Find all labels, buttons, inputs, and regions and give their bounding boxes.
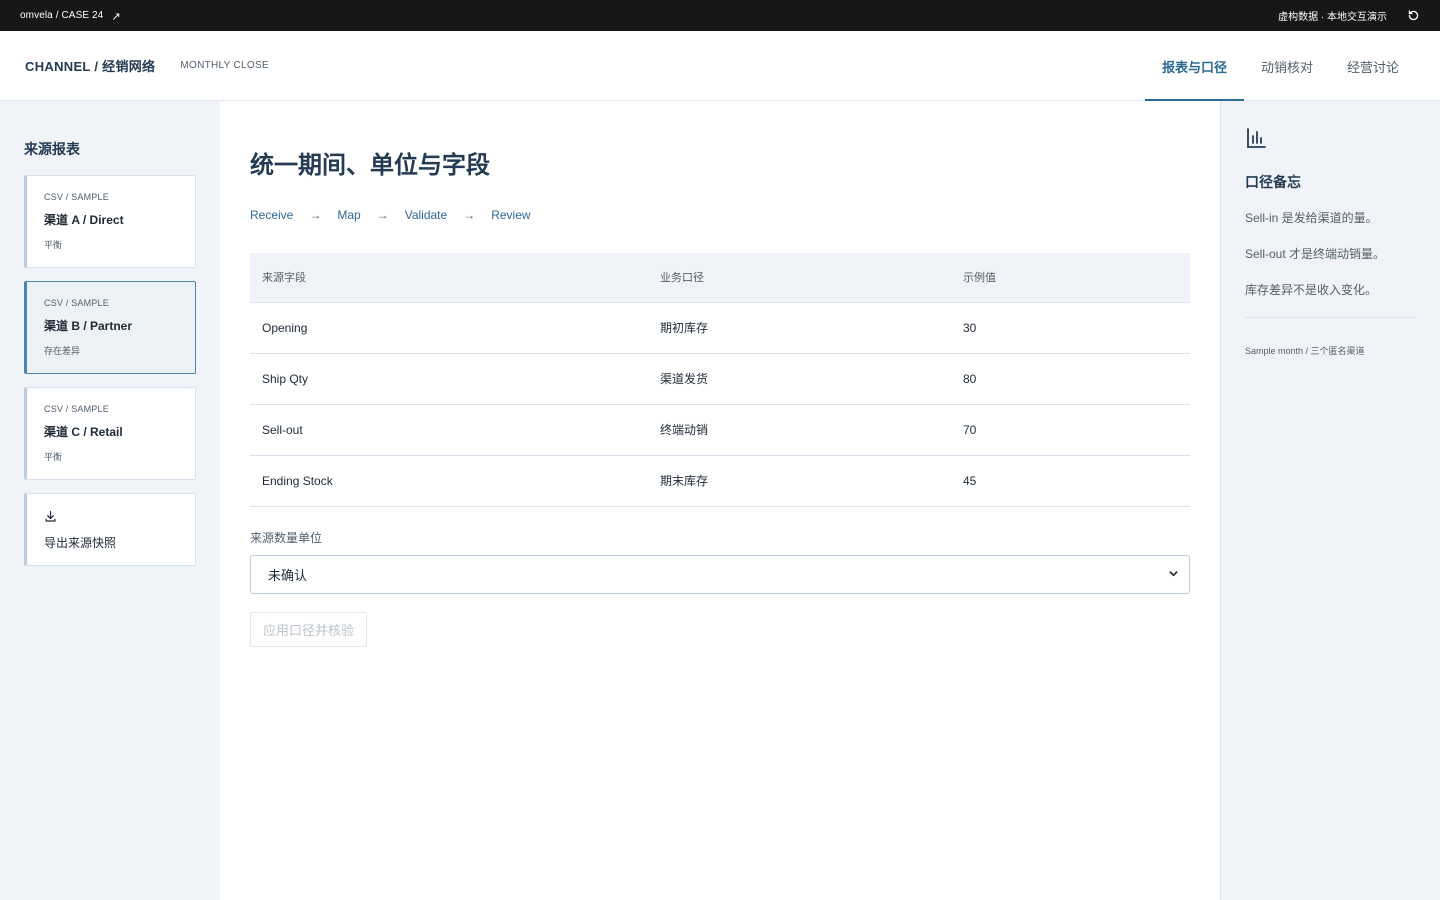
table-row: Ship Qty 渠道发货 80 <box>250 353 1190 405</box>
tab-reports[interactable]: 报表与口径 <box>1144 31 1244 101</box>
field-mapping-table: 来源字段 业务口径 示例值 Opening 期初库存 30 Ship Qty 渠… <box>250 253 1190 507</box>
step-validate[interactable]: Validate <box>405 208 447 222</box>
source-field-cell: Ship Qty <box>250 353 648 405</box>
step-review[interactable]: Review <box>491 208 530 222</box>
unit-select-value: 未确认 <box>268 568 308 583</box>
memo-divider <box>1245 317 1416 319</box>
export-label: 导出来源快照 <box>44 536 117 550</box>
memo-note: Sell-in 是发给渠道的量。 <box>1245 211 1378 225</box>
app-header: CHANNEL / 经销网络 MONTHLY CLOSE 报表与口径 动销核对 … <box>0 31 1440 101</box>
column-header-business-definition: 业务口径 <box>648 253 951 303</box>
sample-value-cell: 70 <box>951 404 1190 456</box>
unit-field-label: 来源数量单位 <box>250 531 323 545</box>
step-map[interactable]: Map <box>337 208 360 222</box>
source-card-b[interactable]: CSV / SAMPLE 渠道 B / Partner 存在差异 <box>24 281 196 374</box>
memo-note: 库存差异不是收入变化。 <box>1245 282 1378 297</box>
export-snapshot-button[interactable]: 导出来源快照 <box>24 493 196 566</box>
main-tabs: 报表与口径 动销核对 经营讨论 <box>1144 31 1416 101</box>
sample-value-cell: 45 <box>951 455 1190 507</box>
source-card-c[interactable]: CSV / SAMPLE 渠道 C / Retail 平衡 <box>24 387 196 480</box>
step-breadcrumb: Receive → Map → Validate → Review <box>250 208 531 222</box>
tab-sellout-check[interactable]: 动销核对 <box>1244 31 1330 101</box>
brand-link[interactable]: omvela / CASE 24 ↗ <box>20 9 121 23</box>
business-definition-cell: 渠道发货 <box>648 353 951 405</box>
source-name: 渠道 A / Direct <box>44 213 124 227</box>
arrow-right-icon: → <box>376 208 389 222</box>
source-card-a[interactable]: CSV / SAMPLE 渠道 A / Direct 平衡 <box>24 175 196 268</box>
source-sidebar: 来源报表 CSV / SAMPLE 渠道 A / Direct 平衡 CSV /… <box>0 101 220 900</box>
external-link-icon: ↗ <box>111 11 121 23</box>
business-definition-cell: 期末库存 <box>648 455 951 507</box>
source-name: 渠道 B / Partner <box>44 319 133 333</box>
definition-memo-panel: 口径备忘 Sell-in 是发给渠道的量。 Sell-out 才是终端动销量。 … <box>1220 101 1440 900</box>
download-icon <box>44 510 57 527</box>
apply-and-validate-button[interactable]: 应用口径并核验 <box>250 612 367 647</box>
source-name: 渠道 C / Retail <box>44 425 123 439</box>
memo-note: Sell-out 才是终端动销量。 <box>1245 246 1386 261</box>
tab-discussion[interactable]: 经营讨论 <box>1330 31 1416 101</box>
memo-title: 口径备忘 <box>1245 174 1301 190</box>
unit-select[interactable]: 未确认 <box>250 555 1190 594</box>
source-kind: CSV / SAMPLE <box>44 404 109 414</box>
table-row: Sell-out 终端动销 70 <box>250 404 1190 456</box>
source-kind: CSV / SAMPLE <box>44 192 109 202</box>
sample-value-cell: 30 <box>951 302 1190 354</box>
refresh-icon[interactable] <box>1407 9 1420 22</box>
table-row: Opening 期初库存 30 <box>250 302 1190 354</box>
brand-label: omvela / CASE 24 <box>20 10 104 21</box>
arrow-right-icon: → <box>463 208 476 222</box>
main-content: 统一期间、单位与字段 Receive → Map → Validate → Re… <box>220 101 1220 900</box>
source-field-cell: Opening <box>250 302 648 354</box>
column-header-sample-value: 示例值 <box>951 253 1190 303</box>
source-field-cell: Sell-out <box>250 404 648 456</box>
step-receive[interactable]: Receive <box>250 208 293 222</box>
memo-footer: Sample month / 三个匿名渠道 <box>1245 346 1365 357</box>
page-title: 统一期间、单位与字段 <box>250 152 490 179</box>
app-title: CHANNEL / 经销网络 <box>25 59 156 74</box>
arrow-right-icon: → <box>309 208 322 222</box>
source-status: 平衡 <box>44 452 63 462</box>
business-definition-cell: 期初库存 <box>648 302 951 354</box>
business-definition-cell: 终端动销 <box>648 404 951 456</box>
source-field-cell: Ending Stock <box>250 455 648 507</box>
chevron-down-icon <box>1168 567 1179 582</box>
top-bar: omvela / CASE 24 ↗ 虚构数据 · 本地交互演示 <box>0 0 1440 31</box>
demo-note: 虚构数据 · 本地交互演示 <box>1278 12 1387 23</box>
app-subtitle: MONTHLY CLOSE <box>180 60 269 71</box>
sample-value-cell: 80 <box>951 353 1190 405</box>
source-status: 存在差异 <box>44 346 81 356</box>
source-status: 平衡 <box>44 240 63 250</box>
table-header-row: 来源字段 业务口径 示例值 <box>250 253 1190 303</box>
source-kind: CSV / SAMPLE <box>44 298 109 308</box>
sidebar-title: 来源报表 <box>24 141 80 157</box>
bar-chart-icon <box>1245 128 1267 153</box>
column-header-source-field: 来源字段 <box>250 253 648 303</box>
table-row: Ending Stock 期末库存 45 <box>250 455 1190 507</box>
